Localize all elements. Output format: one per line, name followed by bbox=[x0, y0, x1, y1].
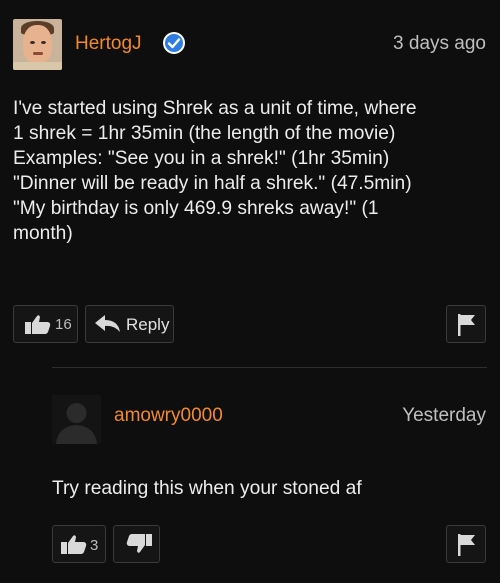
comment-line: Examples: "See you in a shrek!" (1hr 35m… bbox=[13, 148, 390, 169]
like-button[interactable]: 3 bbox=[52, 525, 106, 563]
flag-icon bbox=[458, 534, 475, 556]
reply-arrow-icon bbox=[95, 315, 120, 332]
reply-label: Reply bbox=[126, 315, 170, 334]
reply-divider bbox=[52, 367, 487, 368]
dislike-button[interactable] bbox=[113, 525, 160, 563]
reply-body: Try reading this when your stoned af bbox=[52, 478, 362, 499]
avatar[interactable] bbox=[13, 19, 62, 70]
verified-check-icon bbox=[163, 32, 185, 54]
reply-username[interactable]: amowry0000 bbox=[114, 405, 223, 427]
comment-timestamp: 3 days ago bbox=[393, 33, 486, 54]
thumbs-up-icon bbox=[61, 535, 87, 554]
flag-button[interactable] bbox=[446, 305, 486, 343]
default-avatar-icon bbox=[52, 395, 101, 444]
comment-line: "Dinner will be ready in half a shrek." … bbox=[13, 173, 412, 194]
comment-line: month) bbox=[13, 223, 73, 244]
comment-username[interactable]: HertogJ bbox=[75, 33, 142, 55]
thumbs-up-icon bbox=[25, 315, 51, 334]
avatar[interactable] bbox=[52, 395, 101, 444]
comment-body: I've started using Shrek as a unit of ti… bbox=[13, 96, 483, 246]
like-count: 16 bbox=[55, 316, 72, 333]
comment-line: "My birthday is only 469.9 shreks away!"… bbox=[13, 198, 379, 219]
like-button[interactable]: 16 bbox=[13, 305, 78, 343]
like-count: 3 bbox=[90, 537, 99, 554]
comment-line: I've started using Shrek as a unit of ti… bbox=[13, 98, 417, 119]
reply-button[interactable]: Reply bbox=[85, 305, 174, 343]
flag-icon bbox=[458, 314, 475, 336]
flag-button[interactable] bbox=[446, 525, 486, 563]
reply-timestamp: Yesterday bbox=[402, 405, 486, 426]
comment-line: 1 shrek = 1hr 35min (the length of the m… bbox=[13, 123, 396, 144]
thumbs-down-icon bbox=[126, 534, 152, 553]
